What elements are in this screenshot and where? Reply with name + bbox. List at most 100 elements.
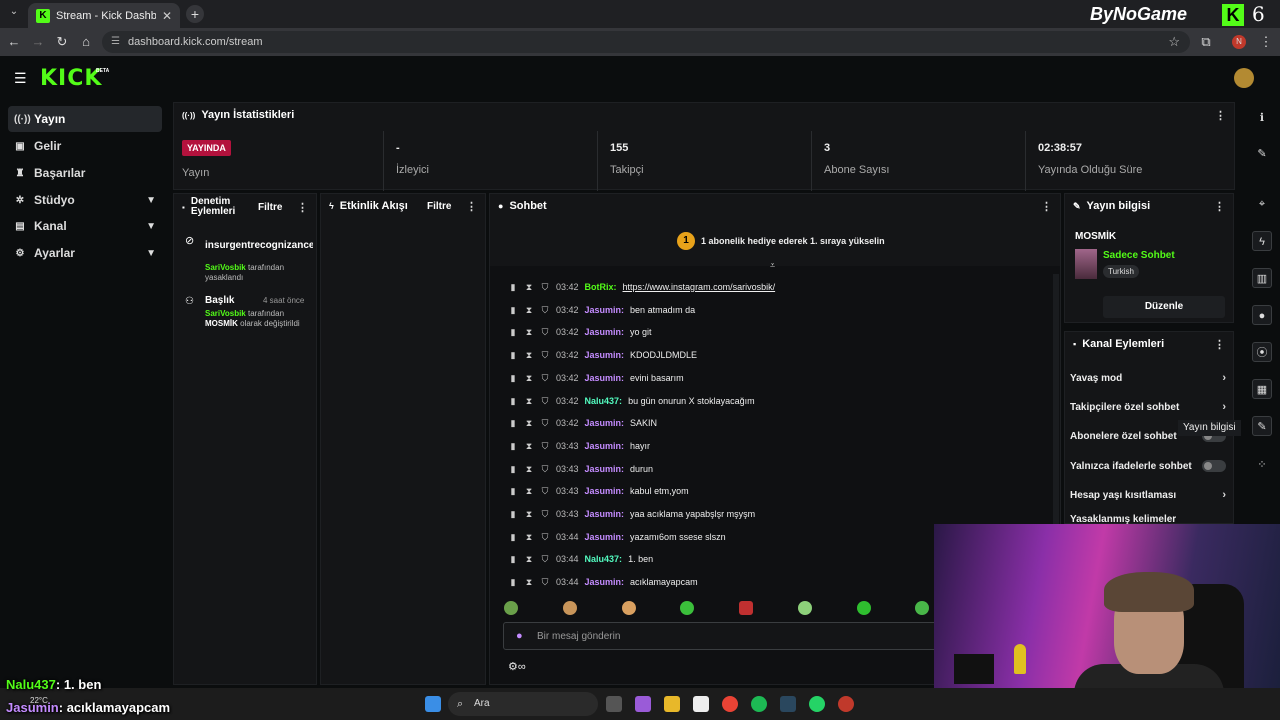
ban-shield-icon[interactable]: ⛉ [540,554,550,565]
message-username[interactable]: Jasumin: [585,486,625,496]
sidebar-item-ayarlar[interactable]: ⚙ Ayarlar ▼ [8,240,162,266]
message-username[interactable]: Jasumin: [585,441,625,451]
emotes-only-row[interactable]: Yalnızca ifadelerle sohbet [1070,457,1230,475]
kebab-menu-icon[interactable]: ⋮ [466,200,477,213]
pin-icon[interactable]: ▮ [508,532,518,543]
windows-start-icon[interactable] [425,696,441,712]
message-username[interactable]: Jasumin: [585,509,625,519]
ban-shield-icon[interactable]: ⛉ [540,350,550,361]
sidebar-item-studyo[interactable]: ✲ Stüdyo ▼ [8,187,162,213]
timeout-icon[interactable]: ⧗ [524,418,534,429]
site-info-icon[interactable]: ☰ [111,31,120,53]
chat-identity-icon[interactable]: ● [516,630,523,642]
kick-logo[interactable]: KICK [40,66,102,91]
timeout-icon[interactable]: ⧗ [524,441,534,452]
timeout-icon[interactable]: ⧗ [524,396,534,407]
timeout-icon[interactable]: ⧗ [524,305,534,316]
timeout-icon[interactable]: ⧗ [524,554,534,565]
message-username[interactable]: Jasumin: [585,418,625,428]
emotes-only-toggle[interactable] [1202,460,1226,472]
ban-shield-icon[interactable]: ⛉ [540,373,550,384]
chat-icon[interactable]: ● [1252,305,1272,325]
timeout-icon[interactable]: ⧗ [524,486,534,497]
message-username[interactable]: Jasumin: [585,305,625,315]
emote-icon[interactable] [504,601,518,615]
pin-icon[interactable]: ▮ [508,464,518,475]
pin-icon[interactable]: ▮ [508,577,518,588]
pin-icon[interactable]: ▮ [508,486,518,497]
account-age-row[interactable]: Hesap yaşı kısıtlaması › [1070,486,1230,504]
chrome-icon[interactable] [722,696,738,712]
moderation-filter-button[interactable]: Filtre [258,202,282,213]
edit-button[interactable]: Düzenle [1103,296,1225,318]
collapse-icon[interactable]: ⩡ [770,260,775,271]
hamburger-menu-icon[interactable]: ☰ [14,70,27,87]
bookmark-star-icon[interactable]: ☆ [1168,31,1180,53]
ban-shield-icon[interactable]: ⛉ [540,441,550,452]
message-username[interactable]: Jasumin: [585,350,625,360]
timeout-icon[interactable]: ⧗ [524,464,534,475]
extensions-icon[interactable]: ⧉ [1198,34,1214,50]
lightning-icon[interactable]: ϟ [1252,231,1272,251]
emote-icon[interactable] [563,601,577,615]
message-username[interactable]: Nalu437: [585,554,623,564]
new-tab-button[interactable]: + [186,5,204,23]
pin-icon[interactable]: ▮ [508,350,518,361]
emote-icon[interactable] [915,601,929,615]
ban-shield-icon[interactable]: ⛉ [540,577,550,588]
timeout-icon[interactable]: ⧗ [524,282,534,293]
chat-input[interactable]: ● Bir mesaj gönderin [503,622,943,650]
timeout-icon[interactable]: ⧗ [524,532,534,543]
pin-icon[interactable]: ▮ [508,373,518,384]
timeout-icon[interactable]: ⧗ [524,373,534,384]
back-icon[interactable]: ← [6,34,22,50]
grid-icon[interactable]: ▦ [1252,379,1272,399]
message-text[interactable]: https://www.instagram.com/sarivosbik/ [623,282,776,292]
info-icon[interactable]: ℹ [1252,108,1272,128]
pencil-icon[interactable]: ✎ [1252,144,1272,164]
message-username[interactable]: Jasumin: [585,577,625,587]
category-name[interactable]: Sadece Sohbet [1103,250,1175,261]
emote-icon[interactable] [680,601,694,615]
browser-menu-icon[interactable]: ⋮ [1258,34,1274,50]
kebab-menu-icon[interactable]: ⋮ [1214,338,1225,351]
pin-icon[interactable]: ▮ [508,418,518,429]
moderator-name[interactable]: SariVosbik [205,263,246,272]
emote-icon[interactable] [622,601,636,615]
pin-icon[interactable]: ▮ [508,554,518,565]
reload-icon[interactable]: ↻ [54,34,70,50]
tab-search-icon[interactable]: ⌄ [6,6,22,22]
broadcast-icon[interactable]: ⦿ [1252,342,1272,362]
ban-shield-icon[interactable]: ⛉ [540,396,550,407]
profile-avatar[interactable]: N [1232,35,1246,49]
ban-shield-icon[interactable]: ⛉ [540,532,550,543]
sidebar-item-gelir[interactable]: ▣ Gelir [8,133,162,159]
spotify-icon[interactable] [751,696,767,712]
emote-icon[interactable] [739,601,753,615]
ban-shield-icon[interactable]: ⛉ [540,418,550,429]
widgets-icon[interactable] [635,696,651,712]
more-icon[interactable]: ⁘ [1252,455,1272,475]
home-icon[interactable]: ⌂ [78,34,94,50]
ban-shield-icon[interactable]: ⛉ [540,464,550,475]
timeout-icon[interactable]: ⧗ [524,350,534,361]
kebab-menu-icon[interactable]: ⋮ [1041,200,1052,213]
moderator-name[interactable]: SariVosbik [205,309,246,318]
kebab-menu-icon[interactable]: ⋮ [297,201,308,214]
message-username[interactable]: Nalu437: [585,396,623,406]
emote-icon[interactable] [798,601,812,615]
steam-icon[interactable] [780,696,796,712]
browser-tab[interactable]: K Stream - Kick Dashboard ✕ [28,3,180,28]
timeout-icon[interactable]: ⧗ [524,327,534,338]
slow-mode-row[interactable]: Yavaş mod › [1070,369,1230,387]
emote-icon[interactable] [857,601,871,615]
app-icon[interactable] [838,696,854,712]
pin-icon[interactable]: ▮ [508,327,518,338]
task-view-icon[interactable] [606,696,622,712]
pin-icon[interactable]: ▮ [508,396,518,407]
message-username[interactable]: Jasumin: [585,464,625,474]
pin-icon[interactable]: ▮ [508,282,518,293]
file-explorer-icon[interactable] [664,696,680,712]
pin-icon[interactable]: ▮ [508,305,518,316]
whatsapp-icon[interactable] [809,696,825,712]
